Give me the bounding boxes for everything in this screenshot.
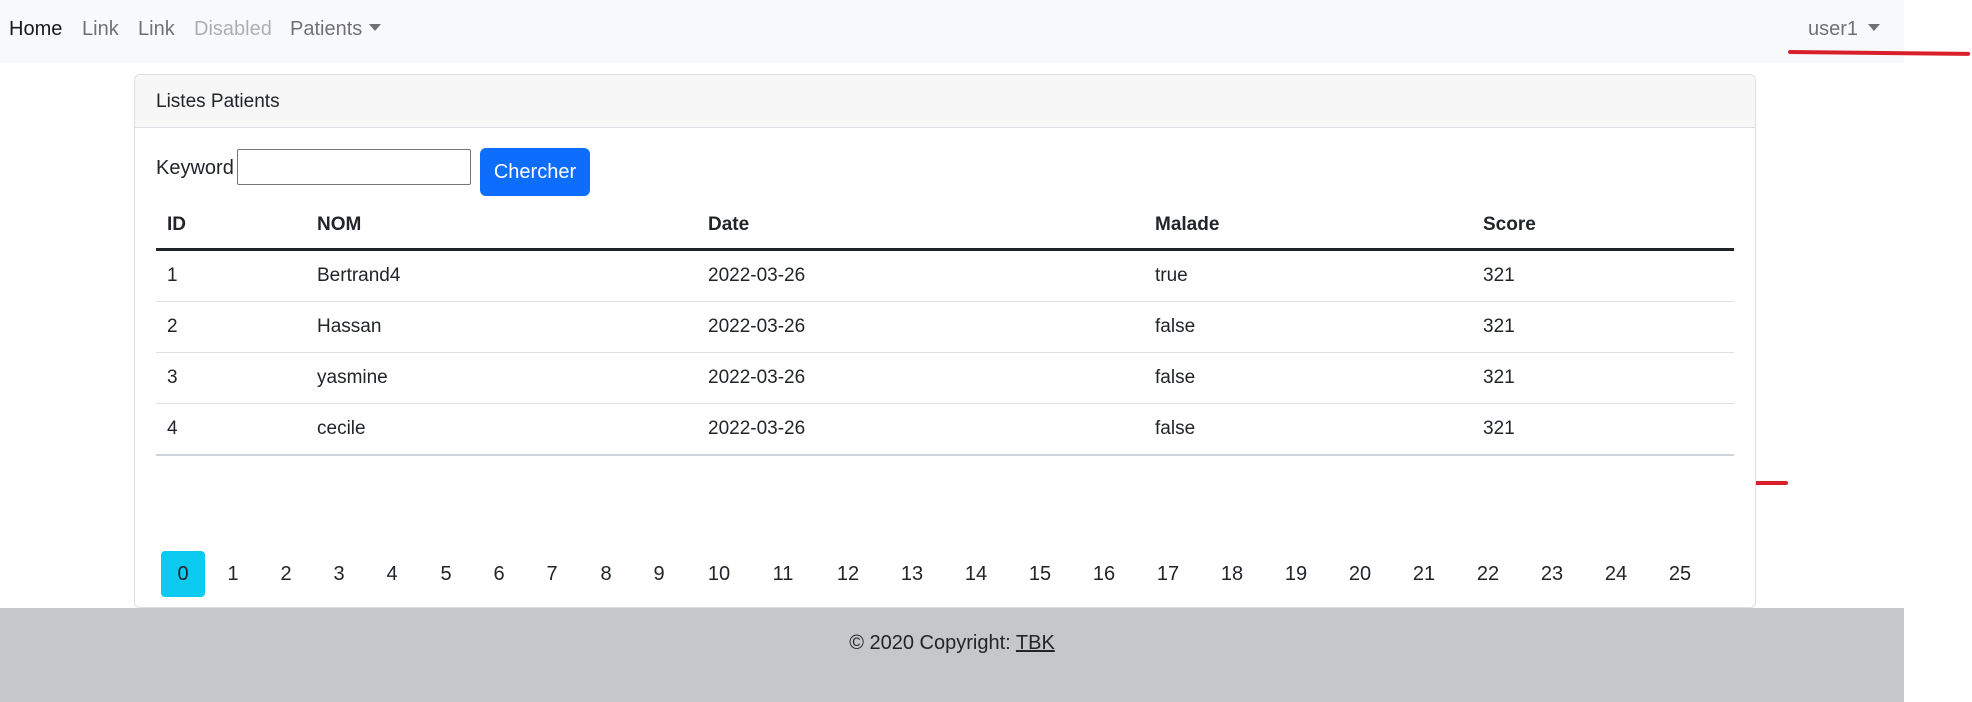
- page-button-12[interactable]: 12: [821, 551, 875, 597]
- footer-tbk-link[interactable]: TBK: [1016, 632, 1055, 654]
- cell-malade: false: [1144, 301, 1472, 353]
- page-button-19[interactable]: 19: [1269, 551, 1323, 597]
- cell-nom: Bertrand4: [306, 249, 697, 302]
- page-button-4[interactable]: 4: [370, 551, 414, 597]
- page-button-14[interactable]: 14: [949, 551, 1003, 597]
- cell-date: 2022-03-26: [697, 403, 1144, 456]
- card-title: Listes Patients: [156, 91, 280, 112]
- column-header-id: ID: [156, 202, 306, 251]
- patients-card: Listes Patients Keyword Chercher ID NOM …: [134, 74, 1756, 643]
- page-button-1[interactable]: 1: [211, 551, 255, 597]
- cell-malade: true: [1144, 249, 1472, 302]
- column-header-nom: NOM: [306, 202, 697, 251]
- cell-date: 2022-03-26: [697, 301, 1144, 353]
- page-button-21[interactable]: 21: [1397, 551, 1451, 597]
- page-button-0[interactable]: 0: [161, 551, 205, 597]
- cell-score: 321: [1472, 352, 1734, 404]
- page-button-18[interactable]: 18: [1205, 551, 1259, 597]
- nav-link-2[interactable]: Link: [138, 18, 175, 41]
- cell-nom: Hassan: [306, 301, 697, 353]
- page-button-15[interactable]: 15: [1013, 551, 1067, 597]
- search-button[interactable]: Chercher: [480, 148, 590, 196]
- page-button-20[interactable]: 20: [1333, 551, 1387, 597]
- page-button-9[interactable]: 9: [637, 551, 681, 597]
- nav-home-link[interactable]: Home: [9, 18, 62, 41]
- cell-date: 2022-03-26: [697, 249, 1144, 302]
- patients-dropdown[interactable]: Patients: [290, 18, 382, 41]
- page-button-6[interactable]: 6: [477, 551, 521, 597]
- page-button-5[interactable]: 5: [424, 551, 468, 597]
- table-row: 2 Hassan 2022-03-26 false 321: [156, 301, 1734, 353]
- cell-id: 3: [156, 352, 306, 404]
- table-row: 4 cecile 2022-03-26 false 321: [156, 403, 1734, 456]
- keyword-input[interactable]: [237, 149, 471, 185]
- patients-dropdown-label: Patients: [290, 18, 363, 40]
- page-button-10[interactable]: 10: [692, 551, 746, 597]
- table-header-row: ID NOM Date Malade Score: [156, 202, 1734, 251]
- page-button-3[interactable]: 3: [317, 551, 361, 597]
- nav-disabled-link: Disabled: [194, 18, 272, 40]
- card-header: Listes Patients: [135, 75, 1755, 128]
- column-header-date: Date: [697, 202, 1144, 251]
- column-header-malade: Malade: [1144, 202, 1472, 251]
- cell-id: 1: [156, 249, 306, 302]
- page-button-13[interactable]: 13: [885, 551, 939, 597]
- cell-score: 321: [1472, 249, 1734, 302]
- top-navbar: Home Link Link Disabled Patients user1: [0, 0, 1904, 63]
- page-button-7[interactable]: 7: [530, 551, 574, 597]
- caret-down-icon: [369, 24, 382, 31]
- page-button-24[interactable]: 24: [1589, 551, 1643, 597]
- footer-copyright: © 2020 Copyright: TBK: [0, 632, 1904, 655]
- cell-nom: yasmine: [306, 352, 697, 404]
- copyright-text: © 2020 Copyright:: [849, 632, 1016, 654]
- nav-link-1[interactable]: Link: [82, 18, 119, 41]
- column-header-score: Score: [1472, 202, 1734, 251]
- page-button-2[interactable]: 2: [264, 551, 308, 597]
- cell-id: 2: [156, 301, 306, 353]
- page-button-8[interactable]: 8: [584, 551, 628, 597]
- cell-score: 321: [1472, 403, 1734, 456]
- keyword-label: Keyword: [156, 157, 234, 179]
- page-button-16[interactable]: 16: [1077, 551, 1131, 597]
- page-button-23[interactable]: 23: [1525, 551, 1579, 597]
- page-button-17[interactable]: 17: [1141, 551, 1195, 597]
- footer: © 2020 Copyright: TBK: [0, 608, 1904, 702]
- patients-table: ID NOM Date Malade Score 1 Bertrand4 202…: [156, 202, 1734, 456]
- user-dropdown-label: user1: [1808, 18, 1859, 40]
- table-row: 3 yasmine 2022-03-26 false 321: [156, 352, 1734, 404]
- cell-malade: false: [1144, 352, 1472, 404]
- page-button-11[interactable]: 11: [756, 551, 810, 597]
- user-dropdown[interactable]: user1: [1808, 18, 1881, 41]
- cell-date: 2022-03-26: [697, 352, 1144, 404]
- cell-id: 4: [156, 403, 306, 456]
- table-row: 1 Bertrand4 2022-03-26 true 321: [156, 249, 1734, 302]
- page-button-22[interactable]: 22: [1461, 551, 1515, 597]
- cell-malade: false: [1144, 403, 1472, 456]
- page-button-25[interactable]: 25: [1653, 551, 1707, 597]
- cell-nom: cecile: [306, 403, 697, 456]
- cell-score: 321: [1472, 301, 1734, 353]
- caret-down-icon: [1868, 24, 1881, 31]
